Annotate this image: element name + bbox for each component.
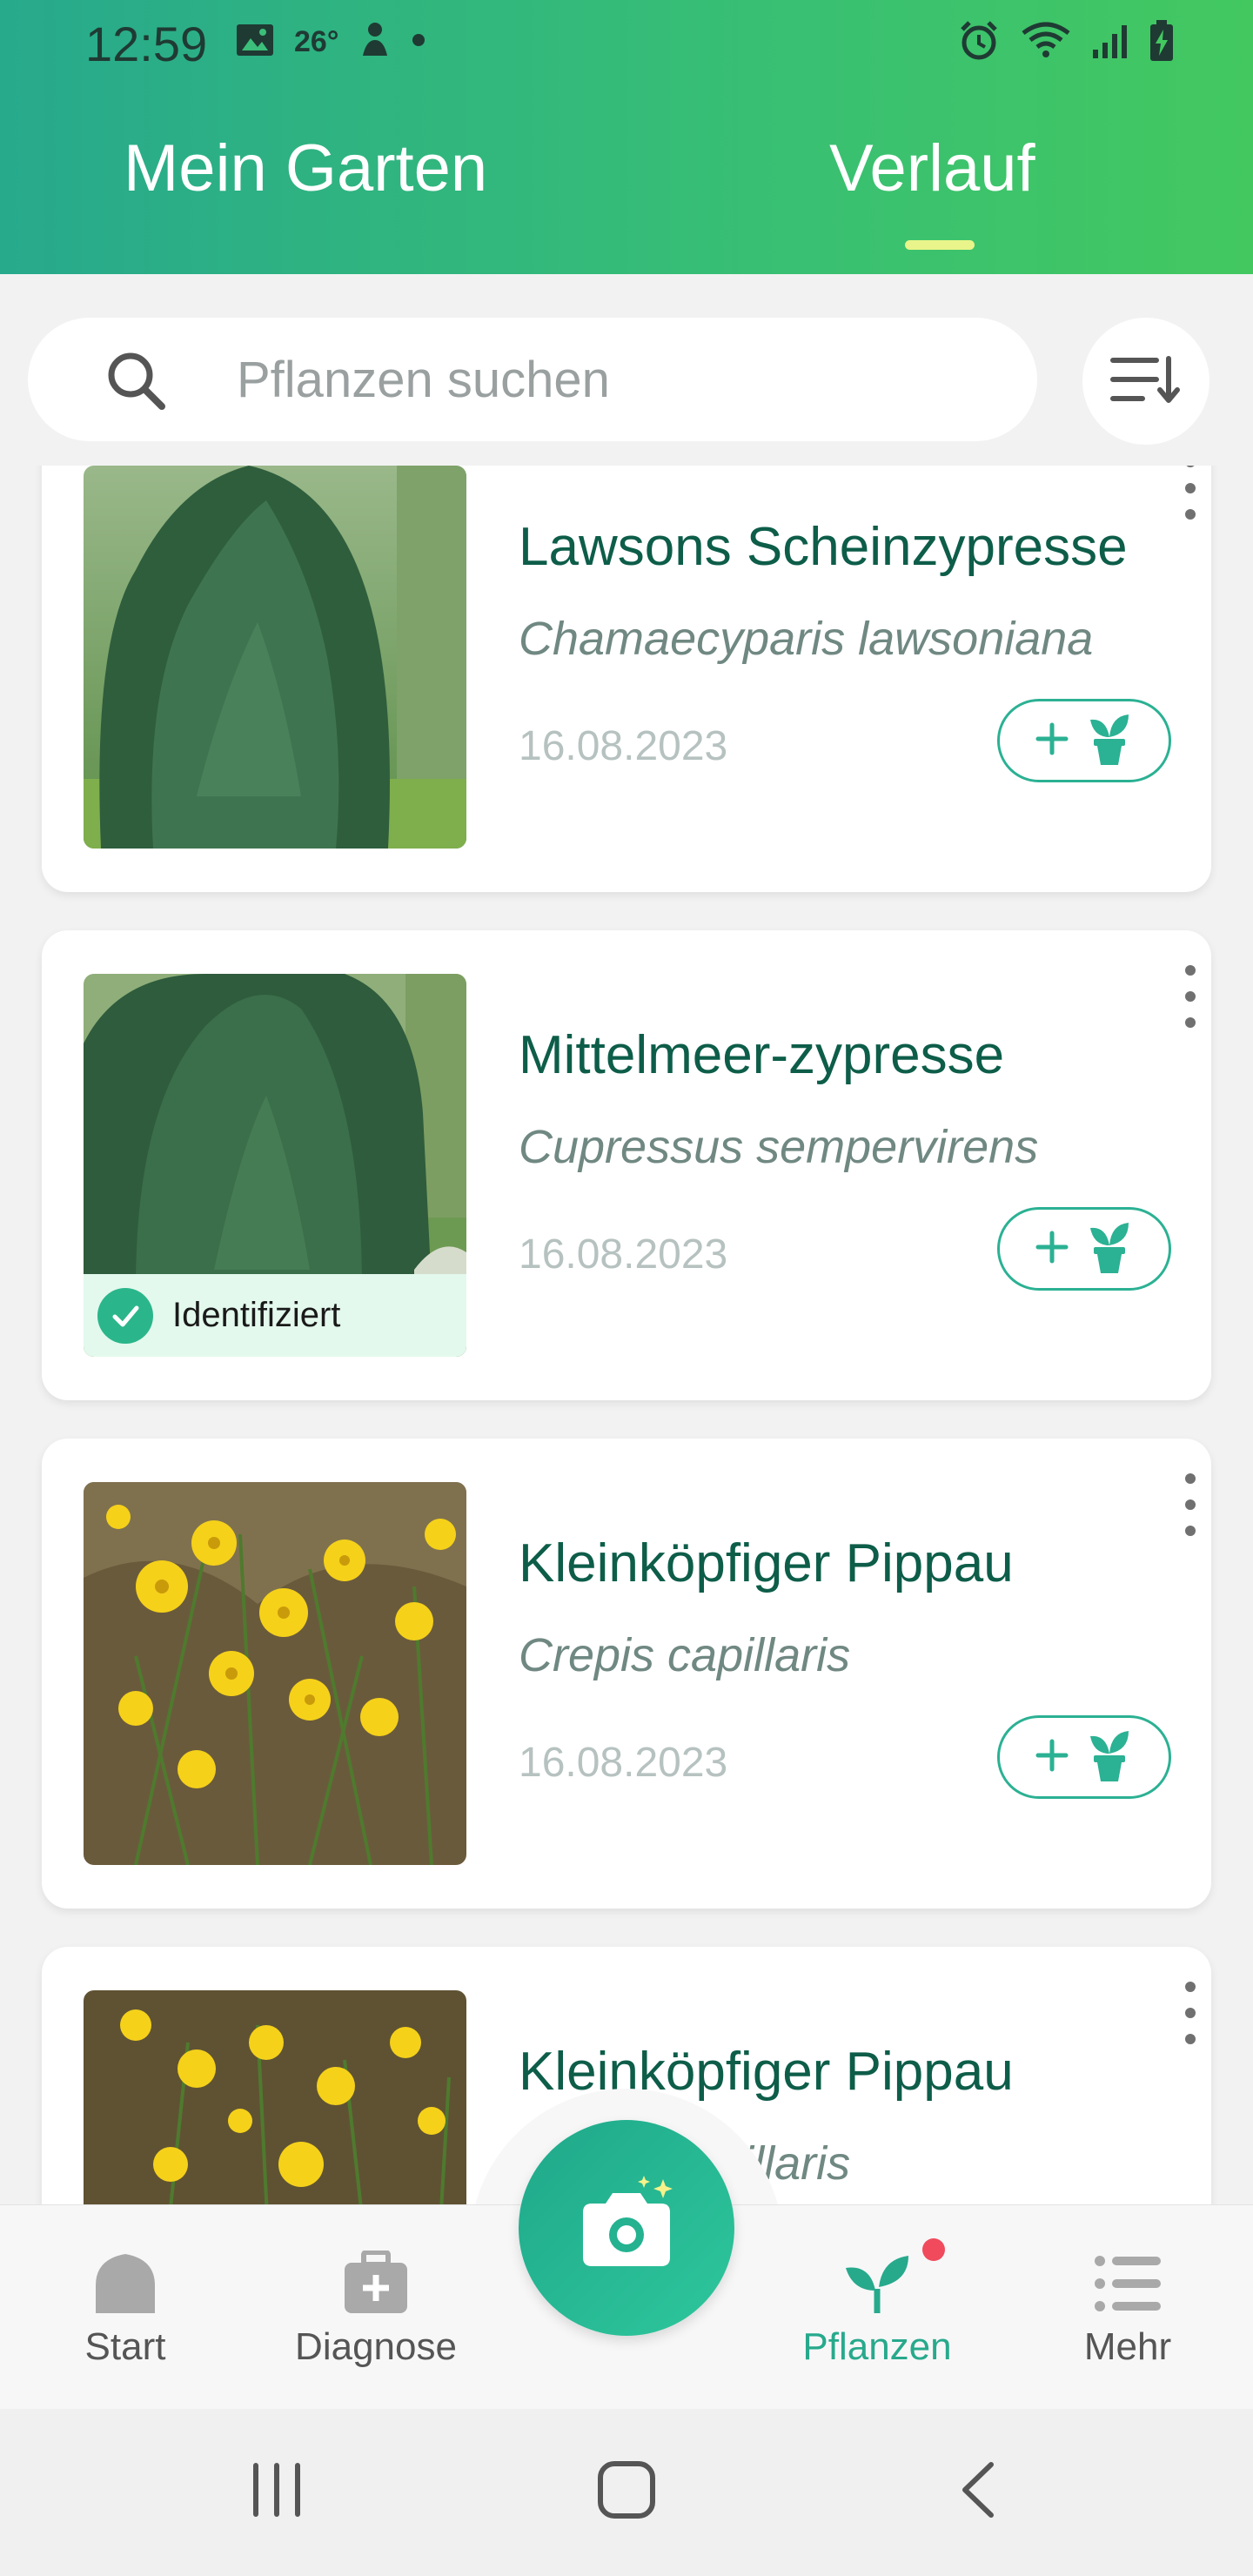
medical-kit-icon xyxy=(341,2249,411,2318)
nav-label: Start xyxy=(84,2325,166,2368)
wifi-icon xyxy=(1020,21,1072,65)
plant-photo xyxy=(84,1482,466,1865)
plant-date: 16.08.2023 xyxy=(519,1740,728,1786)
add-to-garden-button[interactable] xyxy=(997,1207,1171,1291)
status-time: 12:59 xyxy=(85,17,208,71)
camera-button[interactable] xyxy=(519,2120,734,2336)
plant-scientific-name: Chamaecyparis lawsoniana xyxy=(519,613,1094,665)
nav-label: Pflanzen xyxy=(802,2325,952,2368)
plus-icon xyxy=(1035,1230,1069,1269)
home-square-icon xyxy=(596,2459,657,2525)
notification-dot xyxy=(412,33,425,51)
battery-icon xyxy=(1149,19,1175,67)
plant-scientific-name: Crepis capillaris xyxy=(519,1629,851,1681)
nav-plants[interactable]: Pflanzen xyxy=(790,2205,964,2410)
recents-icon xyxy=(249,2462,305,2522)
nav-more[interactable]: Mehr xyxy=(1041,2205,1215,2410)
plant-card[interactable]: Lawsons Scheinzypresse Chamaecyparis law… xyxy=(42,466,1211,892)
identified-badge: Identifiziert xyxy=(84,1274,466,1357)
tab-history[interactable]: Verlauf xyxy=(829,131,1035,206)
identified-badge-label: Identifiziert xyxy=(172,1296,341,1334)
alarm-icon xyxy=(957,19,1001,67)
plant-photo: Identifiziert xyxy=(84,974,466,1357)
image-icon xyxy=(235,23,275,62)
system-navigation-bar xyxy=(0,2409,1253,2576)
camera-icon xyxy=(566,2174,687,2283)
status-temperature: 26° xyxy=(294,25,339,58)
plant-common-name: Lawsons Scheinzypresse xyxy=(519,517,1128,577)
potted-plant-icon xyxy=(1085,711,1134,771)
search-box[interactable] xyxy=(28,318,1037,441)
add-to-garden-button[interactable] xyxy=(997,1715,1171,1799)
more-options-icon[interactable] xyxy=(1173,466,1208,523)
notification-badge xyxy=(922,2238,945,2261)
recents-button[interactable] xyxy=(224,2444,329,2539)
nav-label: Mehr xyxy=(1083,2325,1172,2368)
plant-date: 16.08.2023 xyxy=(519,723,728,769)
status-bar: 12:59 26° xyxy=(0,0,1253,83)
more-options-icon[interactable] xyxy=(1173,1470,1208,1540)
search-icon xyxy=(104,349,167,412)
potted-plant-icon xyxy=(1085,1219,1134,1279)
plant-photo xyxy=(84,466,466,849)
home-button[interactable] xyxy=(574,2444,679,2539)
sort-icon xyxy=(1109,353,1183,410)
nav-label: Diagnose xyxy=(295,2325,457,2368)
plus-icon xyxy=(1035,721,1069,761)
plant-card[interactable]: Identifiziert Mittelmeer-zypresse Cupres… xyxy=(42,930,1211,1400)
add-to-garden-button[interactable] xyxy=(997,699,1171,782)
plus-icon xyxy=(1035,1738,1069,1777)
menu-list-icon xyxy=(1093,2249,1163,2318)
plant-date: 16.08.2023 xyxy=(519,1231,728,1278)
signal-icon xyxy=(1091,22,1129,64)
weather-icon xyxy=(358,21,392,64)
check-icon xyxy=(97,1287,153,1344)
search-row xyxy=(0,318,1253,445)
tab-my-garden[interactable]: Mein Garten xyxy=(124,131,487,206)
plant-history-list[interactable]: Lawsons Scheinzypresse Chamaecyparis law… xyxy=(0,466,1253,2204)
header-tabs: Mein Garten Verlauf xyxy=(0,131,1253,235)
app-header: 12:59 26° Mein Garten Verlauf xyxy=(0,0,1253,274)
home-icon xyxy=(90,2249,160,2318)
potted-plant-icon xyxy=(1085,1727,1134,1788)
sort-button[interactable] xyxy=(1082,318,1209,445)
status-right-icons xyxy=(957,19,1175,67)
plant-common-name: Kleinköpfiger Pippau xyxy=(519,1533,1014,1593)
plant-scientific-name: Cupressus sempervirens xyxy=(519,1121,1039,1173)
active-tab-indicator xyxy=(905,240,975,250)
nav-start[interactable]: Start xyxy=(38,2205,212,2410)
status-left-icons: 26° xyxy=(235,21,425,64)
plant-photo xyxy=(84,1990,466,2204)
plant-common-name: Mittelmeer-zypresse xyxy=(519,1025,1005,1085)
more-options-icon[interactable] xyxy=(1173,1978,1208,2048)
plant-card[interactable]: Kleinköpfiger Pippau Crepis capillaris 1… xyxy=(42,1439,1211,1909)
back-chevron-icon xyxy=(956,2459,1000,2525)
nav-diagnose[interactable]: Diagnose xyxy=(289,2205,463,2410)
back-button[interactable] xyxy=(926,2444,1030,2539)
more-options-icon[interactable] xyxy=(1173,962,1208,1031)
sprout-icon xyxy=(842,2249,912,2318)
search-input[interactable] xyxy=(237,318,1002,441)
